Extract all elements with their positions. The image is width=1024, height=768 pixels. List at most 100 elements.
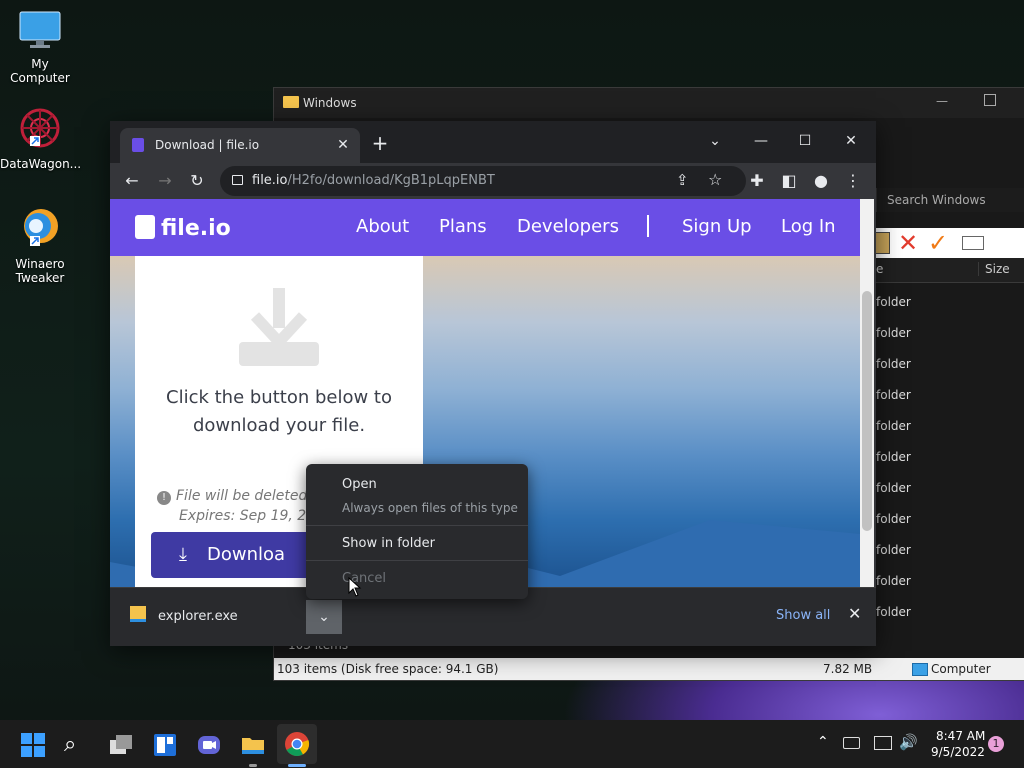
minimize-button[interactable]: — — [746, 127, 776, 155]
tab-title: Download | file.io — [155, 138, 260, 152]
list-item[interactable]: folder — [874, 383, 1024, 414]
extensions-icon[interactable]: ✚ — [746, 170, 768, 192]
site-navbar: file.io About Plans Developers Sign Up L… — [110, 199, 860, 256]
profile-icon[interactable]: ● — [810, 170, 832, 192]
close-shelf-icon[interactable]: ✕ — [848, 604, 861, 623]
site-logo[interactable]: file.io — [135, 215, 231, 241]
clock-date[interactable]: 9/5/2022 — [931, 745, 985, 759]
desktop-icon-my-computer[interactable]: My Computer — [0, 10, 80, 85]
widgets-icon[interactable] — [152, 732, 178, 758]
list-item[interactable]: folder — [874, 538, 1024, 569]
desktop-icon-winaero-tweaker[interactable]: Winaero Tweaker — [0, 206, 80, 285]
download-tray-icon — [239, 288, 319, 366]
list-item[interactable]: folder — [874, 414, 1024, 445]
tab-download-fileio[interactable]: Download | file.io ✕ — [120, 128, 360, 163]
nav-developers[interactable]: Developers — [517, 216, 619, 237]
keyboard-icon[interactable] — [843, 737, 860, 749]
list-item[interactable]: folder — [874, 290, 1024, 321]
explorer-file-list: folder folder folder folder folder folde… — [874, 290, 1024, 631]
desktop-icon-datawagon[interactable]: DataWagon... — [0, 106, 81, 171]
menu-item-open[interactable]: Open — [342, 477, 377, 492]
network-icon[interactable] — [874, 736, 892, 750]
download-options-chevron-icon[interactable]: ⌄ — [306, 600, 342, 634]
menu-kebab-icon[interactable]: ⋮ — [842, 170, 864, 192]
message-line-2: download your file. — [192, 415, 366, 436]
explorer-title: Windows — [303, 96, 357, 110]
maximize-button[interactable] — [984, 94, 996, 106]
minimize-button[interactable]: — — [936, 94, 948, 108]
status-disk-space: 103 items (Disk free space: 94.1 GB) — [277, 662, 499, 676]
explorer-titlebar[interactable]: Windows — — [274, 88, 1024, 118]
list-item[interactable]: folder — [874, 445, 1024, 476]
reload-button[interactable]: ↻ — [186, 170, 208, 192]
file-explorer-icon[interactable] — [240, 732, 266, 758]
maximize-button[interactable]: ☐ — [790, 127, 820, 155]
chrome-taskbar-button[interactable] — [277, 724, 317, 764]
monitor-icon — [19, 11, 61, 48]
list-item[interactable]: folder — [874, 600, 1024, 631]
computer-icon — [912, 663, 928, 676]
message-line-1: Click the button below to — [166, 387, 392, 408]
mouse-cursor-icon — [348, 577, 362, 597]
lock-icon[interactable] — [232, 175, 243, 185]
show-hidden-icons-chevron-icon[interactable]: ⌃ — [817, 734, 829, 750]
back-button[interactable]: ← — [121, 170, 143, 192]
properties-icon[interactable] — [962, 236, 984, 250]
start-windows-icon[interactable] — [20, 732, 46, 758]
volume-icon[interactable]: 🔊 — [899, 733, 918, 751]
menu-item-always-open[interactable]: Always open files of this type — [342, 501, 518, 515]
close-window-button[interactable]: ✕ — [836, 127, 866, 155]
info-icon: ! — [157, 491, 171, 505]
new-tab-button[interactable]: + — [370, 133, 390, 153]
page-scrollbar[interactable] — [860, 199, 874, 587]
menu-item-show-in-folder[interactable]: Show in folder — [342, 536, 435, 551]
download-item[interactable]: explorer.exe — [130, 606, 238, 624]
list-item[interactable]: folder — [874, 352, 1024, 383]
column-name[interactable]: e — [876, 262, 883, 276]
list-item[interactable]: folder — [874, 476, 1024, 507]
clock-time[interactable]: 8:47 AM — [936, 729, 985, 743]
show-all-link[interactable]: Show all — [776, 608, 830, 623]
check-icon[interactable]: ✓ — [928, 228, 948, 258]
browser-toolbar: ← → ↻ file.io/H2fo/download/KgB1pLqpENBT… — [110, 163, 876, 199]
file-explorer-icon — [130, 606, 146, 622]
winaero-tweaker-icon — [24, 209, 58, 246]
desktop-icon-label: My Computer — [10, 57, 70, 85]
download-button-label: Downloa — [207, 544, 286, 565]
status-size: 7.82 MB — [823, 662, 873, 676]
column-size[interactable]: Size — [978, 262, 1010, 276]
desktop-icon-label: Winaero Tweaker — [15, 257, 65, 285]
search-icon[interactable]: ⌕ — [64, 732, 90, 758]
scrollbar-thumb[interactable] — [862, 291, 872, 531]
taskbar: ⌕ ⌃ 🔊 8:47 AM 9/5/2022 1 — [0, 720, 1024, 768]
fileio-favicon-icon — [132, 138, 144, 152]
running-indicator — [288, 764, 306, 767]
download-context-menu: Open Always open files of this type Show… — [306, 464, 528, 599]
bookmark-star-icon[interactable]: ☆ — [708, 170, 722, 189]
nav-sign-up[interactable]: Sign Up — [682, 216, 752, 237]
side-panel-icon[interactable]: ◧ — [778, 170, 800, 192]
tab-search-button[interactable]: ⌄ — [700, 127, 730, 155]
url-text: file.io/H2fo/download/KgB1pLqpENBT — [252, 173, 495, 188]
nav-plans[interactable]: Plans — [439, 216, 487, 237]
nav-about[interactable]: About — [356, 216, 409, 237]
download-arrow-icon: ⤓ — [179, 544, 187, 565]
list-item[interactable]: folder — [874, 321, 1024, 352]
explorer-search-input[interactable]: Search Windows — [876, 188, 1024, 212]
forward-button[interactable]: → — [154, 170, 176, 192]
nav-log-in[interactable]: Log In — [781, 216, 836, 237]
nav-divider — [647, 215, 649, 237]
teams-chat-icon[interactable] — [196, 732, 222, 758]
share-icon[interactable]: ⇪ — [676, 171, 689, 189]
paste-icon[interactable] — [874, 232, 890, 254]
explorer-status-bar: 103 items (Disk free space: 94.1 GB) 7.8… — [274, 658, 1024, 680]
notification-badge[interactable]: 1 — [988, 736, 1004, 752]
explorer-toolbar: ✕ ✓ — [864, 228, 1024, 258]
fileio-logo-icon — [135, 215, 155, 239]
list-item[interactable]: folder — [874, 569, 1024, 600]
tab-close-icon[interactable]: ✕ — [334, 136, 352, 154]
delete-icon[interactable]: ✕ — [898, 228, 918, 258]
list-item[interactable]: folder — [874, 507, 1024, 538]
task-view-icon[interactable] — [108, 732, 134, 758]
address-bar[interactable]: file.io/H2fo/download/KgB1pLqpENBT ⇪ ☆ — [220, 166, 746, 196]
